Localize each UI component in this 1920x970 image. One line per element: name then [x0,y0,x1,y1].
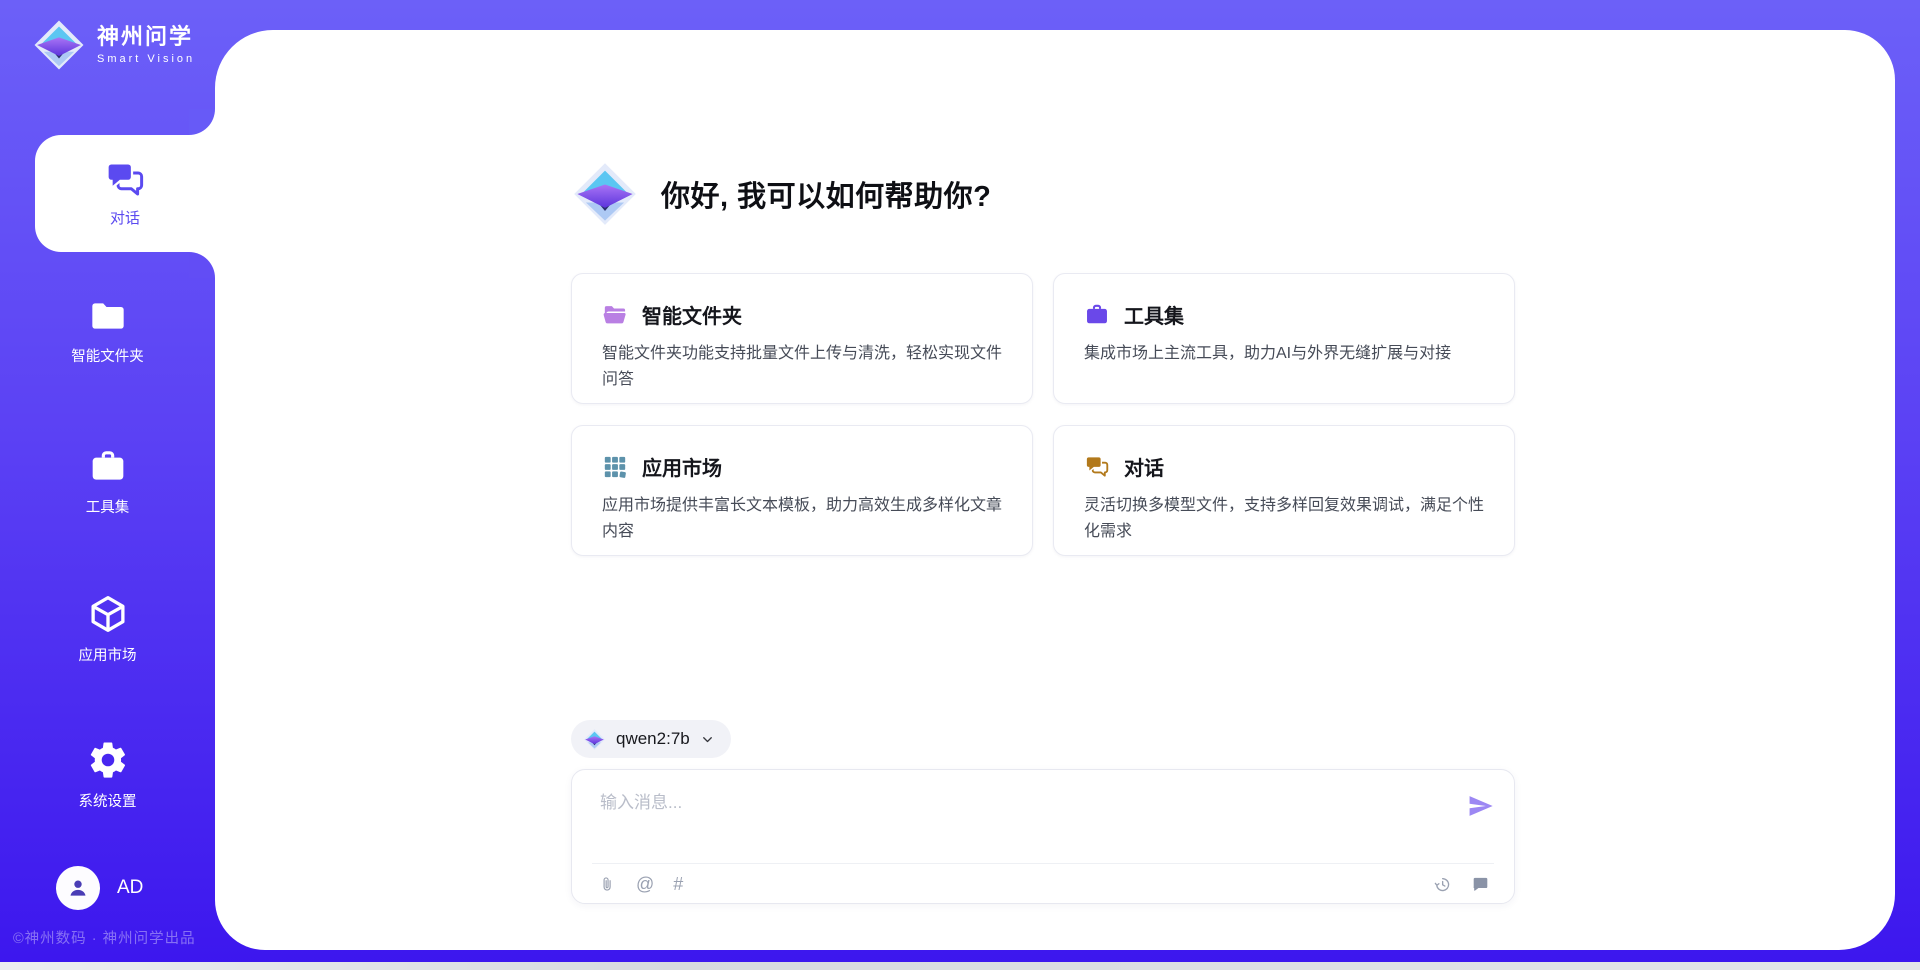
message-composer: @ # [571,769,1515,904]
greeting: 你好, 我可以如何帮助你? [571,160,991,228]
sidebar-item-smart-folder[interactable]: 智能文件夹 [0,296,215,366]
brand-diamond-icon [583,728,606,751]
card-title: 对话 [1124,452,1164,481]
paperclip-icon [598,875,617,894]
mention-button[interactable]: @ [636,875,654,893]
folder-open-icon [602,302,628,328]
sidebar-item-label: 智能文件夹 [0,345,215,366]
main-panel: 你好, 我可以如何帮助你? 智能文件夹 智能文件夹功能支持批量文件上传与清洗，轻… [215,30,1895,950]
brand-diamond-icon [32,18,86,72]
attach-file-button[interactable] [598,875,617,894]
greeting-text: 你好, 我可以如何帮助你? [661,173,991,215]
card-title: 工具集 [1124,300,1184,329]
chat-icon [1084,454,1110,480]
folder-icon [88,296,128,336]
card-app-market[interactable]: 应用市场 应用市场提供丰富长文本模板，助力高效生成多样化文章内容 [571,425,1033,556]
briefcase-icon [88,447,128,487]
new-chat-button[interactable] [1471,875,1490,894]
card-toolset[interactable]: 工具集 集成市场上主流工具，助力AI与外界无缝扩展与对接 [1053,273,1515,404]
card-description: 应用市场提供丰富长文本模板，助力高效生成多样化文章内容 [602,493,1002,545]
feature-cards: 智能文件夹 智能文件夹功能支持批量文件上传与清洗，轻松实现文件问答 工具集 集成… [571,273,1515,556]
tab-top-fillet [189,109,215,135]
gear-icon [87,739,129,781]
model-name: qwen2:7b [616,729,690,749]
composer-divider [592,863,1494,864]
hash-icon: # [673,875,683,893]
sidebar-item-toolset[interactable]: 工具集 [0,447,215,517]
model-selector[interactable]: qwen2:7b [571,720,731,758]
brand-diamond-icon [571,160,639,228]
briefcase-icon [1084,302,1110,328]
sidebar-item-label: 对话 [110,207,140,228]
sidebar-item-settings[interactable]: 系统设置 [0,739,215,811]
sidebar-item-label: 系统设置 [0,790,215,811]
comment-icon [1471,875,1490,894]
card-description: 灵活切换多模型文件，支持多样回复效果调试，满足个性化需求 [1084,493,1484,545]
grid-icon [602,454,628,480]
sidebar-item-app-market[interactable]: 应用市场 [0,593,215,665]
card-title: 智能文件夹 [642,300,742,329]
user-name: AD [117,877,143,899]
tab-bottom-fillet [189,252,215,278]
copyright-footer: ©神州数码 · 神州问学出品 [13,927,196,948]
card-title: 应用市场 [642,452,722,481]
card-description: 集成市场上主流工具，助力AI与外界无缝扩展与对接 [1084,341,1484,367]
window-bottom-edge [0,962,1920,970]
history-button[interactable] [1433,875,1452,894]
user-account[interactable]: AD [56,866,143,910]
avatar [56,866,100,910]
chat-icon [104,159,146,201]
card-description: 智能文件夹功能支持批量文件上传与清洗，轻松实现文件问答 [602,341,1002,393]
message-input[interactable] [598,786,1442,856]
app-logo: 神州问学 Smart Vision [32,18,195,72]
card-smart-folder[interactable]: 智能文件夹 智能文件夹功能支持批量文件上传与清洗，轻松实现文件问答 [571,273,1033,404]
person-icon [66,876,90,900]
brand-name-cn: 神州问学 [97,25,195,49]
at-icon: @ [636,875,654,893]
send-button[interactable] [1466,792,1496,822]
sidebar-item-label: 应用市场 [0,644,215,665]
brand-name-en: Smart Vision [97,53,195,65]
app-window: 神州问学 Smart Vision 对话 智能文件夹 工具集 应用市场 系统设置 [0,0,1920,970]
cube-icon [87,593,129,635]
history-icon [1433,875,1452,894]
sidebar-item-chat[interactable]: 对话 [35,135,215,252]
sidebar-item-label: 工具集 [0,496,215,517]
card-chat[interactable]: 对话 灵活切换多模型文件，支持多样回复效果调试，满足个性化需求 [1053,425,1515,556]
send-icon [1467,792,1495,820]
chevron-down-icon [700,732,715,747]
topic-button[interactable]: # [673,875,683,893]
